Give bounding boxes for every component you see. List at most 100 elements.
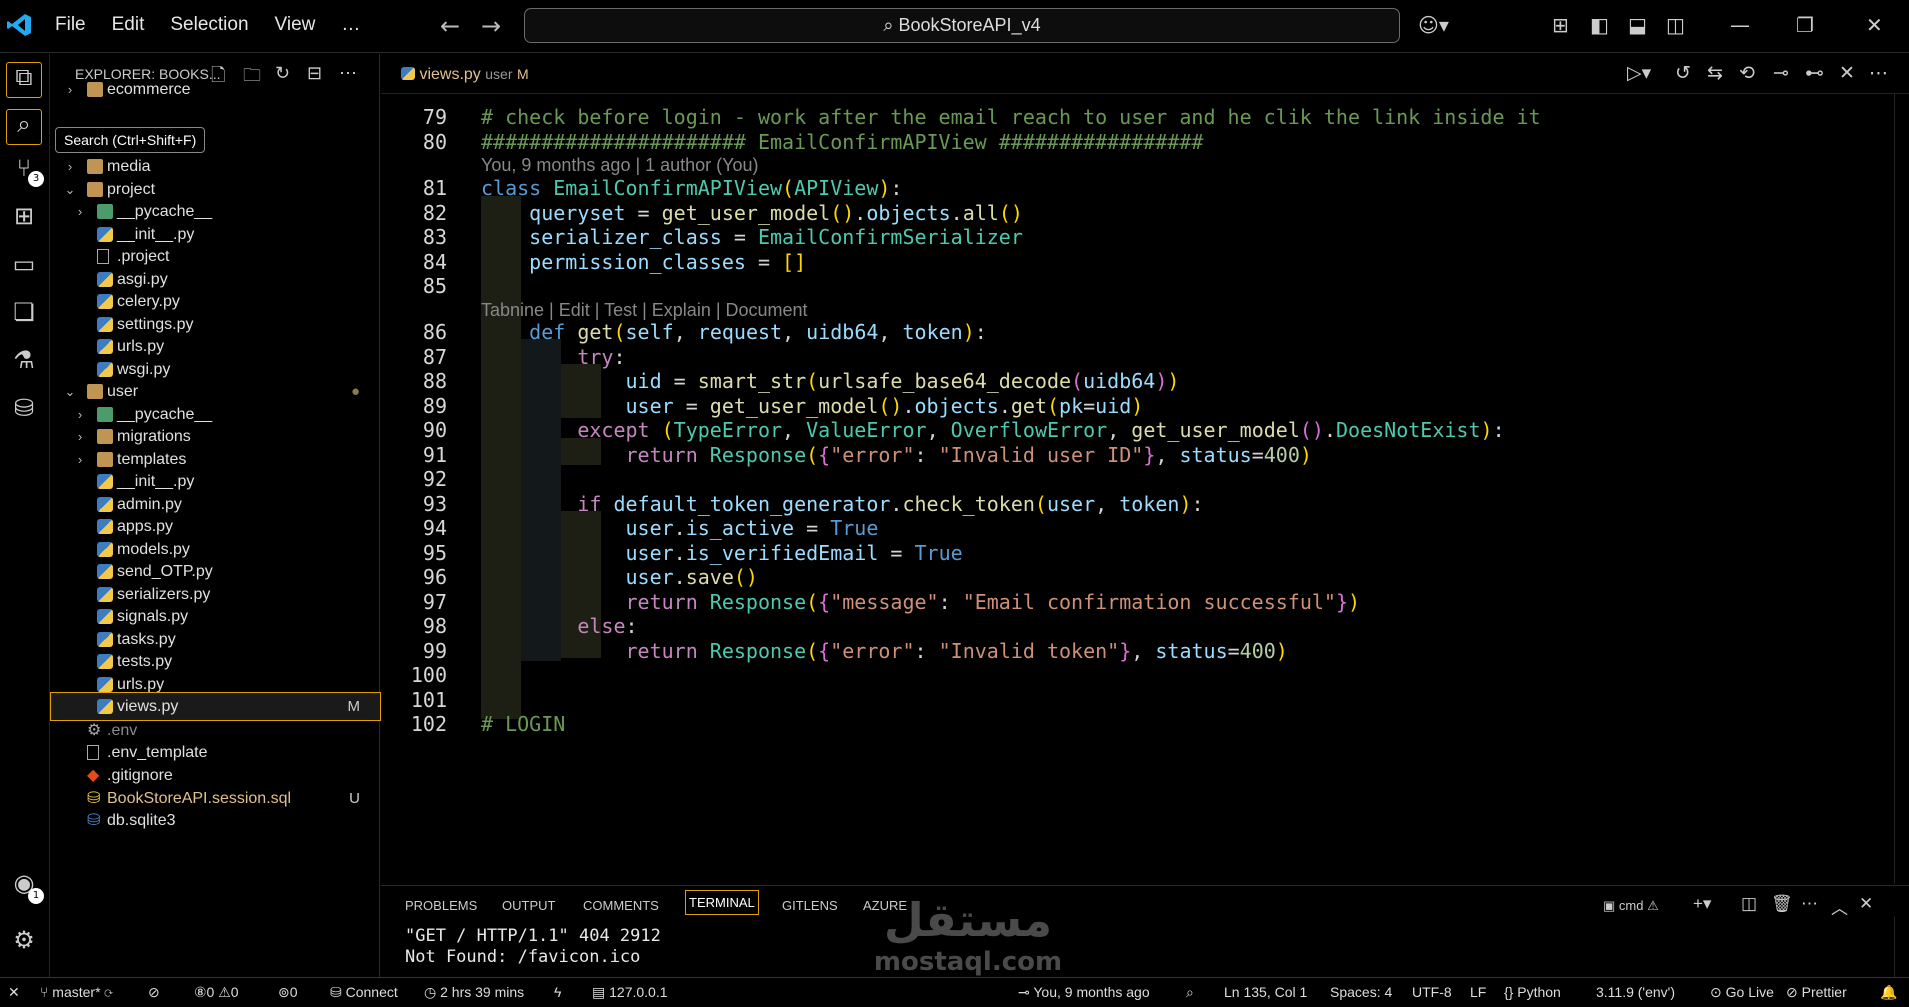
tab-terminal[interactable]: TERMINAL <box>685 890 759 915</box>
minimize-icon[interactable]: — <box>1730 13 1750 37</box>
extensions-icon[interactable]: ⊞ <box>6 202 42 238</box>
tree-item-label: db.sqlite3 <box>107 812 176 829</box>
editor-area: views.py user M ▷▾ ↺ ⇆ ⟲ ⊸ ⊷ ✕ ⋯ 79 # che… <box>381 54 1909 885</box>
maximize-panel-icon[interactable]: ︿ <box>1831 894 1848 919</box>
bottom-panel: PROBLEMS OUTPUT COMMENTS TERMINAL GITLEN… <box>381 885 1909 978</box>
shell-selector[interactable]: ▣ cmd ⚠ <box>1603 898 1659 914</box>
tab-gitlens[interactable]: GITLENS <box>782 898 838 913</box>
python-file-icon <box>97 564 113 579</box>
copilot-icon[interactable]: ☺▾ <box>1418 13 1449 37</box>
tree-item-views-py[interactable]: views.py M <box>50 692 381 721</box>
testing-icon[interactable]: ⚗ <box>6 346 42 382</box>
indentation[interactable]: Spaces: 4 <box>1330 984 1392 1000</box>
settings-gear-icon[interactable]: ⚙ <box>6 926 42 962</box>
branch-indicator[interactable]: ⑂ master* ⟳ <box>40 984 113 1000</box>
tab-views-py[interactable]: views.py user M <box>401 54 529 94</box>
git-next-icon[interactable]: ⊷ <box>1805 62 1824 84</box>
connect-indicator[interactable]: ⛁ Connect <box>330 984 398 1001</box>
toggle-secondary-sidebar-icon[interactable]: ◫ <box>1666 13 1685 37</box>
account-badge: 1 <box>28 888 44 904</box>
line-number[interactable]: 102 <box>381 709 447 739</box>
explorer-icon[interactable]: ⧉ <box>6 62 42 98</box>
pages-icon[interactable]: ❏ <box>6 298 42 334</box>
menu-selection[interactable]: Selection <box>170 14 248 36</box>
kill-terminal-icon[interactable]: 🗑 <box>1771 894 1793 914</box>
ports-indicator[interactable]: ⊚0 <box>278 984 298 1001</box>
python-file-icon <box>97 542 113 557</box>
folder-icon <box>87 159 103 174</box>
menu-view[interactable]: View <box>275 14 316 36</box>
timeline-icon[interactable]: ↺ <box>1675 62 1691 84</box>
remote-indicator-icon[interactable]: ✕ <box>8 984 20 1001</box>
close-window-icon[interactable]: ✕ <box>1866 13 1883 37</box>
problems-indicator[interactable]: ⑧0 ⚠0 <box>194 984 239 1001</box>
folder-icon <box>97 429 113 444</box>
new-terminal-icon[interactable]: +▾ <box>1693 894 1711 914</box>
tree-item-db-sqlite[interactable]: ⛁ db.sqlite3 <box>51 807 380 834</box>
editor-more-icon[interactable]: ⋯ <box>1869 62 1888 84</box>
open-changes-icon[interactable]: ⟲ <box>1739 62 1755 84</box>
close-editor-icon[interactable]: ✕ <box>1839 62 1855 84</box>
chevron-right-icon[interactable]: › <box>63 76 77 103</box>
end-of-line[interactable]: LF <box>1470 984 1486 1000</box>
close-panel-icon[interactable]: ✕ <box>1859 894 1873 914</box>
python-file-icon <box>97 474 113 489</box>
blame-indicator[interactable]: ⊸ You, 9 months ago <box>1018 984 1150 1001</box>
language-mode[interactable]: {} Python <box>1504 984 1561 1000</box>
forward-arrow-icon[interactable]: → <box>481 12 501 40</box>
menu-edit[interactable]: Edit <box>112 14 145 36</box>
folder-icon <box>97 452 113 467</box>
server-icon: ▤ <box>592 984 610 1000</box>
wakatime-indicator[interactable]: ◷ 2 hrs 39 mins <box>424 984 524 1001</box>
zoom-icon[interactable]: ⌕ <box>1186 984 1194 1001</box>
search-icon: ⌕ <box>883 15 899 35</box>
toggle-sidebar-icon[interactable]: ◧ <box>1590 13 1609 37</box>
tree-item-label: ecommerce <box>107 81 191 98</box>
menu-more[interactable]: … <box>341 14 360 36</box>
folder-icon <box>87 82 103 97</box>
split-terminal-icon[interactable]: ◫ <box>1741 894 1757 914</box>
cursor-position[interactable]: Ln 135, Col 1 <box>1224 984 1307 1000</box>
git-commit-icon[interactable]: ⊸ <box>1773 62 1789 84</box>
tab-problems[interactable]: PROBLEMS <box>405 898 477 913</box>
compare-icon[interactable]: ⇆ <box>1707 62 1723 84</box>
vscode-logo-icon[interactable] <box>6 12 32 38</box>
remote-explorer-icon[interactable]: ▭ <box>6 250 42 286</box>
layout-customize-icon[interactable]: ⊞ <box>1552 13 1569 37</box>
tab-output[interactable]: OUTPUT <box>502 898 555 913</box>
terminal-line: Not Found: /favicon.ico <box>405 947 641 967</box>
go-live-button[interactable]: ⊙ Go Live <box>1710 984 1774 1001</box>
command-center-search[interactable]: ⌕ BookStoreAPI_v4 <box>524 8 1400 43</box>
sync-status-icon[interactable]: ⊘ <box>148 984 160 1001</box>
prettier-indicator[interactable]: ⊘ Prettier <box>1786 984 1847 1001</box>
scm-badge: 3 <box>28 171 44 187</box>
restore-icon[interactable]: ❐ <box>1796 13 1814 37</box>
terminal-scrollbar[interactable] <box>1894 916 1909 978</box>
database-icon[interactable]: ⛁ <box>6 394 42 430</box>
tree-item-ecommerce[interactable]: › ecommerce <box>51 76 380 103</box>
notifications-bell-icon[interactable]: 🔔 <box>1880 984 1897 1001</box>
lightning-icon[interactable]: ϟ <box>554 984 561 1000</box>
editor-tab-bar: views.py user M ▷▾ ↺ ⇆ ⟲ ⊸ ⊷ ✕ ⋯ <box>381 54 1909 94</box>
python-file-icon <box>97 632 113 647</box>
git-status-badge: M <box>347 698 361 715</box>
folder-icon <box>87 384 103 399</box>
panel-more-icon[interactable]: ⋯ <box>1801 894 1818 914</box>
menu-file[interactable]: File <box>55 14 86 36</box>
mostaql-watermark: مستقل mostaql.com <box>873 893 1063 977</box>
code-text[interactable]: # LOGIN <box>481 709 565 739</box>
broadcast-live-icon: ⊙ <box>1710 984 1726 1000</box>
encoding[interactable]: UTF-8 <box>1412 984 1452 1000</box>
sqlite-icon: ⛁ <box>87 812 101 829</box>
python-file-icon <box>97 317 113 332</box>
python-file-icon <box>97 654 113 669</box>
tab-comments[interactable]: COMMENTS <box>583 898 659 913</box>
toggle-panel-icon[interactable]: ⬓ <box>1628 13 1647 37</box>
host-indicator[interactable]: ▤ 127.0.0.1 <box>592 984 668 1001</box>
search-view-icon[interactable]: ⌕ <box>6 109 42 145</box>
python-file-icon <box>97 339 113 354</box>
python-interpreter[interactable]: 3.11.9 ('env') <box>1596 984 1675 1000</box>
double-check-icon: ⊘ <box>1786 984 1802 1000</box>
back-arrow-icon[interactable]: ← <box>440 12 460 40</box>
run-icon[interactable]: ▷▾ <box>1627 62 1651 84</box>
